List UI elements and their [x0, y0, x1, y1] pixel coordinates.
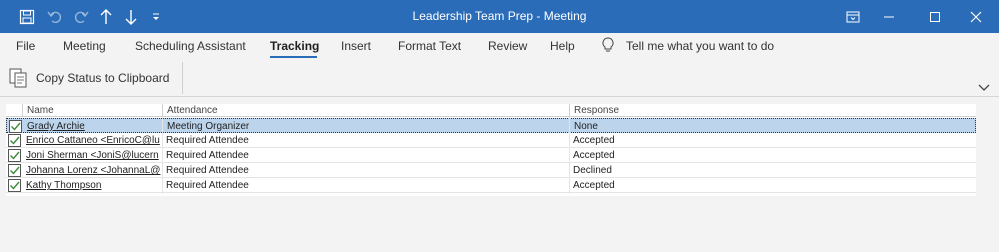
column-divider — [162, 117, 163, 194]
table-row[interactable]: Johanna Lorenz <JohannaL@ Required Atten… — [6, 163, 976, 178]
maximize-icon[interactable] — [912, 0, 958, 33]
response-cell: Accepted — [573, 135, 615, 146]
tab-file[interactable]: File — [16, 39, 35, 53]
attendance-cell[interactable]: Required Attendee — [162, 163, 569, 178]
table-row[interactable]: Kathy Thompson Required Attendee Accepte… — [6, 178, 976, 193]
tab-tracking[interactable]: Tracking — [270, 39, 319, 53]
attendee-name[interactable]: Joni Sherman <JoniS@lucern — [22, 148, 162, 163]
title-bar: Leadership Team Prep - Meeting — [0, 0, 999, 33]
tab-insert[interactable]: Insert — [341, 39, 371, 53]
table-header: Name Attendance Response — [6, 104, 976, 117]
table-row[interactable]: Enrico Cattaneo <EnricoC@lu Required Att… — [6, 133, 976, 148]
attendee-name[interactable]: Enrico Cattaneo <EnricoC@lu — [22, 133, 162, 148]
tab-review[interactable]: Review — [488, 39, 527, 53]
tab-format-text[interactable]: Format Text — [398, 39, 461, 53]
clipboard-icon — [8, 66, 28, 91]
attendee-name[interactable]: Kathy Thompson — [22, 178, 162, 193]
check-icon[interactable] — [8, 134, 21, 147]
tab-help[interactable]: Help — [550, 39, 575, 53]
tab-scheduling-assistant[interactable]: Scheduling Assistant — [135, 39, 246, 53]
response-cell: Declined — [573, 165, 612, 176]
attendance-cell[interactable]: Meeting Organizer — [163, 119, 570, 134]
close-icon[interactable] — [953, 0, 999, 33]
check-icon[interactable] — [8, 179, 21, 192]
table-row[interactable]: Grady Archie Meeting Organizer None — [6, 118, 976, 133]
response-cell: Accepted — [573, 180, 615, 191]
column-divider — [569, 117, 570, 194]
column-response[interactable]: Response — [569, 104, 976, 117]
column-attendance[interactable]: Attendance — [162, 104, 569, 117]
response-cell: Accepted — [573, 150, 615, 161]
column-name[interactable]: Name — [22, 104, 162, 117]
ribbon-tabs: File Meeting Scheduling Assistant Tracki… — [0, 33, 999, 59]
active-tab-indicator — [270, 56, 317, 58]
ribbon-commands: Copy Status to Clipboard — [0, 59, 999, 97]
tracking-pane: Name Attendance Response Grady Archie Me… — [0, 97, 999, 252]
check-icon[interactable] — [8, 149, 21, 162]
ribbon-separator — [182, 62, 183, 94]
table-row[interactable]: Joni Sherman <JoniS@lucern Required Atte… — [6, 148, 976, 163]
chevron-down-icon[interactable] — [978, 81, 994, 95]
attendance-cell[interactable]: Required Attendee — [162, 178, 569, 193]
attendee-table: Name Attendance Response Grady Archie Me… — [6, 104, 976, 196]
attendance-cell[interactable]: Required Attendee — [162, 133, 569, 148]
attendance-cell[interactable]: Required Attendee — [162, 148, 569, 163]
attendee-name[interactable]: Grady Archie — [23, 119, 163, 134]
check-icon[interactable] — [8, 164, 21, 177]
lightbulb-icon — [602, 37, 614, 56]
tab-meeting[interactable]: Meeting — [63, 39, 106, 53]
copy-status-label: Copy Status to Clipboard — [36, 71, 170, 85]
attendee-name[interactable]: Johanna Lorenz <JohannaL@ — [22, 163, 162, 178]
check-icon[interactable] — [9, 120, 22, 133]
copy-status-button[interactable]: Copy Status to Clipboard — [8, 64, 178, 92]
minimize-icon[interactable] — [866, 0, 912, 33]
response-cell: None — [574, 121, 598, 132]
tell-me-search[interactable]: Tell me what you want to do — [626, 39, 774, 53]
